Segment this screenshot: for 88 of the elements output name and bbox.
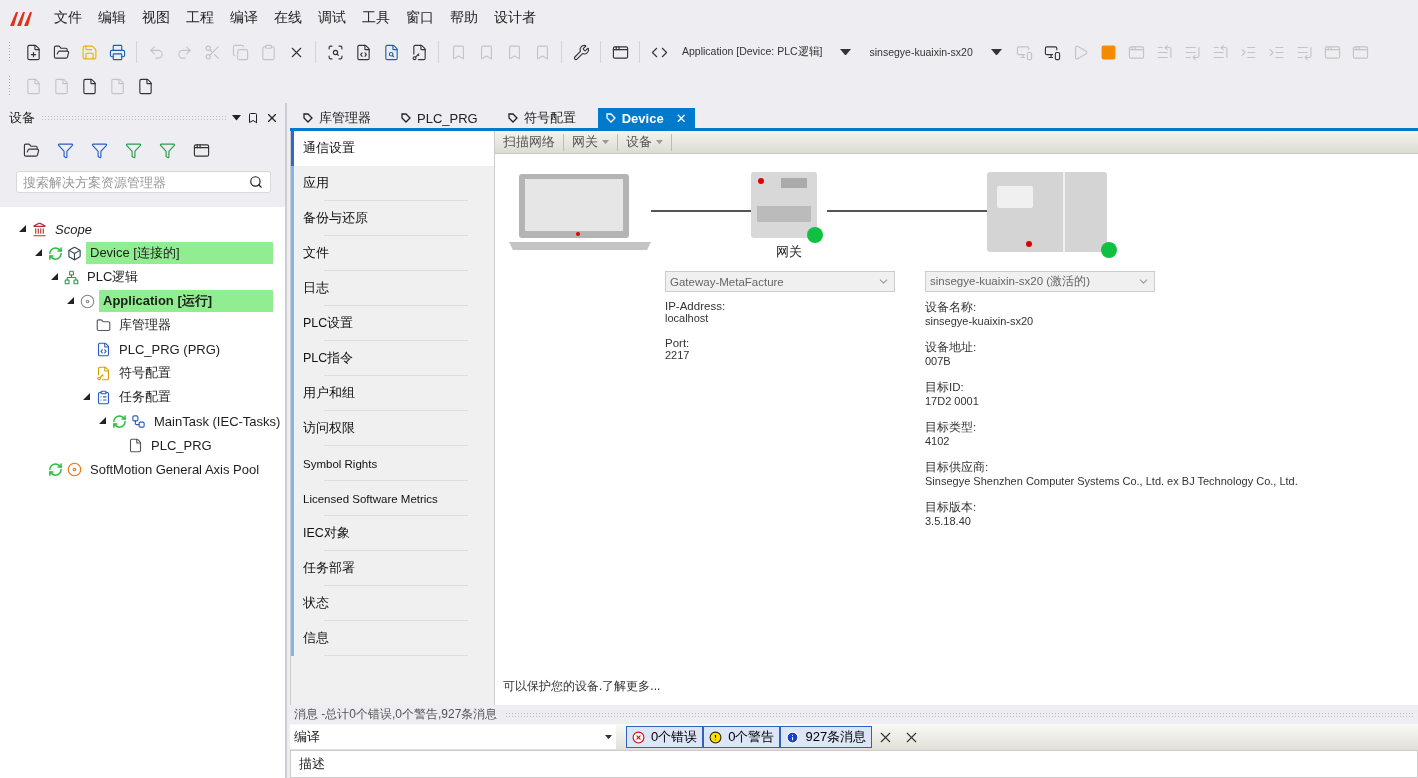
- warning-icon: [709, 730, 723, 744]
- source-select[interactable]: 编译: [290, 725, 616, 749]
- toolbar-button[interactable]: 扫描网络: [495, 133, 564, 151]
- field-value: sinsegye-kuaixin-sx20: [925, 315, 1035, 327]
- error-icon: [632, 730, 645, 744]
- learn-more-link[interactable]: 可以保护您的设备.了解更多...: [503, 678, 1418, 695]
- tree-item[interactable]: 任务配置: [115, 386, 175, 408]
- expanded-arrow-icon[interactable]: [66, 296, 74, 304]
- editor-tab[interactable]: 符号配置: [499, 108, 584, 128]
- search-icon[interactable]: [249, 175, 263, 189]
- field-label: 目标ID:: [925, 380, 965, 395]
- tree-item[interactable]: SoftMotion General Axis Pool: [86, 459, 264, 479]
- menu-item[interactable]: 工具: [354, 8, 398, 27]
- tree-item[interactable]: PLC_PRG: [147, 435, 216, 455]
- filter-button[interactable]: 927条消息: [780, 726, 873, 748]
- tree-item[interactable]: Scope: [51, 219, 96, 239]
- menu-item[interactable]: 帮助: [442, 8, 486, 27]
- expanded-arrow-icon[interactable]: [98, 416, 106, 424]
- tag-icon: [605, 113, 616, 123]
- toolbar-button[interactable]: 网关: [564, 133, 618, 151]
- caret-icon: [990, 48, 1002, 56]
- close-tab-icon[interactable]: ✕: [675, 110, 687, 126]
- caret-icon: [605, 734, 612, 740]
- device-select[interactable]: sinsegye-kuaixin-sx20 (激活的): [925, 271, 1155, 292]
- filter-button[interactable]: 0个错误: [626, 726, 704, 748]
- expanded-arrow-icon[interactable]: [34, 248, 42, 256]
- nav-item[interactable]: 通信设置: [291, 131, 494, 166]
- field-value: 007B: [925, 355, 952, 367]
- dropdown-icon: [232, 115, 241, 121]
- caret-icon: [602, 139, 609, 145]
- field-value: Sinsegye Shenzhen Computer Systems Co., Ltd. ex BJ Technology Co., Ltd.: [925, 475, 1298, 487]
- menu-item[interactable]: 在线: [266, 8, 310, 27]
- pin-icon[interactable]: [247, 112, 259, 124]
- menu-item[interactable]: 编译: [222, 8, 266, 27]
- caret-icon: [840, 48, 852, 56]
- field-label: 目标供应商:: [925, 460, 990, 475]
- tree-item[interactable]: MainTask (IEC-Tasks): [150, 411, 285, 431]
- gateway-select[interactable]: Gateway-MetaFacture: [665, 271, 895, 292]
- field-label: 目标版本:: [925, 500, 978, 515]
- tree-item[interactable]: 符号配置: [115, 362, 175, 384]
- menu-item[interactable]: 调试: [310, 8, 354, 27]
- tag-icon: [507, 113, 518, 123]
- menu-item[interactable]: 文件: [46, 8, 90, 27]
- tree-item[interactable]: Application [运行]: [99, 290, 273, 312]
- menu-item[interactable]: 窗口: [398, 8, 442, 27]
- menu-item[interactable]: 编辑: [90, 8, 134, 27]
- field-label: 目标类型:: [925, 420, 978, 435]
- editor-tab[interactable]: PLC_PRG: [393, 108, 486, 128]
- filter-button[interactable]: 0个警告: [703, 726, 781, 748]
- field-label: 设备地址:: [925, 340, 978, 355]
- field-label: IP-Address:: [665, 300, 727, 312]
- menu-item[interactable]: 设计者: [486, 8, 544, 27]
- scope-icon: [32, 221, 47, 237]
- expanded-arrow-icon[interactable]: [18, 224, 26, 232]
- close-icon[interactable]: [265, 111, 279, 125]
- editor-tab[interactable]: Device ✕: [597, 108, 695, 128]
- menu-item[interactable]: 视图: [134, 8, 178, 27]
- tree-item[interactable]: PLC_PRG (PRG): [115, 339, 225, 359]
- info-icon: [786, 730, 800, 744]
- tree-item[interactable]: 库管理器: [115, 314, 175, 336]
- device-select[interactable]: sinsegye-kuaixin-sx20: [861, 40, 1010, 64]
- tree-item[interactable]: PLC逻辑: [83, 266, 143, 288]
- folder-icon: [96, 317, 111, 333]
- tag-icon: [303, 113, 313, 123]
- field-label: 设备名称:: [925, 300, 978, 315]
- tree-item[interactable]: Device [连接的]: [86, 242, 273, 264]
- caret-icon: [656, 139, 663, 145]
- editor-tab[interactable]: 库管理器: [295, 108, 379, 128]
- panel-title: 消息 -总计0个错误,0个警告,927条消息: [294, 706, 498, 723]
- device-icon: [67, 245, 82, 261]
- field-value: 2217: [665, 349, 691, 361]
- toolbar-button[interactable]: 设备: [618, 133, 672, 151]
- field-value: localhost: [665, 312, 710, 324]
- application-select[interactable]: Application [Device: PLC逻辑]: [674, 40, 860, 64]
- menu-item[interactable]: 工程: [178, 8, 222, 27]
- expanded-arrow-icon[interactable]: [50, 272, 58, 280]
- field-value: 17D2 0001: [925, 395, 980, 407]
- program-icon: [96, 341, 111, 357]
- symbol-icon: [96, 365, 111, 381]
- column-header: 描述: [290, 750, 1418, 778]
- gateway-label: 网关: [776, 244, 802, 261]
- expanded-arrow-icon[interactable]: [82, 392, 90, 400]
- field-label: Port:: [665, 337, 691, 349]
- tag-icon: [401, 113, 411, 123]
- search-field[interactable]: 搜索解决方案资源管理器: [16, 171, 271, 193]
- field-value: 4102: [925, 435, 951, 447]
- field-value: 3.5.18.40: [925, 515, 972, 527]
- panel-title: 设备: [9, 109, 35, 127]
